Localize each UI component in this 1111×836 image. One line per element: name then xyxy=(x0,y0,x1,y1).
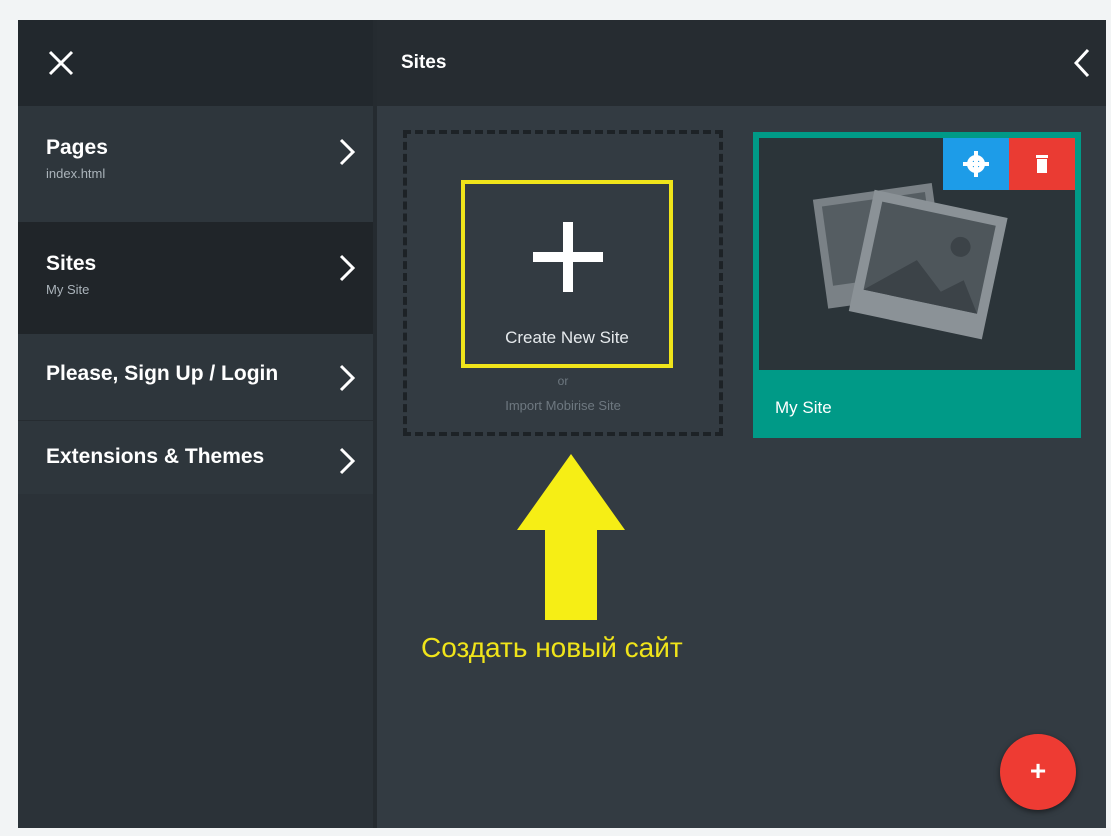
sidebar-item-pages[interactable]: Pages index.html xyxy=(18,106,373,222)
app-window: Pages index.html Sites My Site Please, S… xyxy=(18,20,1106,828)
site-delete-button[interactable] xyxy=(1009,138,1075,190)
import-site-link[interactable]: Import Mobirise Site xyxy=(407,398,719,413)
annotation-caption: Создать новый сайт xyxy=(421,632,683,663)
arrow-up-icon xyxy=(517,454,625,620)
chevron-right-icon xyxy=(339,447,355,475)
site-thumbnail xyxy=(759,138,1075,370)
site-card[interactable]: My Site xyxy=(753,132,1081,438)
fab-label: + xyxy=(1029,755,1047,786)
create-site-card: Create New Site or Import Mobirise Site xyxy=(403,130,723,436)
header: Sites xyxy=(377,20,1106,106)
chevron-right-icon xyxy=(339,364,355,392)
add-site-fab[interactable]: + xyxy=(1000,734,1076,810)
create-new-site-label: Create New Site xyxy=(505,328,629,347)
site-name: My Site xyxy=(775,398,832,417)
sidebar-item-label: Pages xyxy=(46,136,108,159)
sidebar-item-label: Extensions & Themes xyxy=(46,445,265,468)
site-settings-button[interactable] xyxy=(943,138,1009,190)
sidebar: Pages index.html Sites My Site Please, S… xyxy=(18,20,377,828)
plus-icon xyxy=(533,222,603,292)
chevron-right-icon xyxy=(339,138,355,166)
sidebar-item-login[interactable]: Please, Sign Up / Login xyxy=(18,334,373,420)
create-new-site-button[interactable]: Create New Site xyxy=(461,180,673,368)
chevron-left-icon[interactable] xyxy=(1074,48,1090,78)
sidebar-item-sites[interactable]: Sites My Site xyxy=(18,222,373,334)
sidebar-item-label: Sites xyxy=(46,252,97,275)
sidebar-item-sublabel: index.html xyxy=(46,166,106,181)
close-icon[interactable] xyxy=(48,50,74,76)
chevron-right-icon xyxy=(339,254,355,282)
sidebar-item-label: Please, Sign Up / Login xyxy=(46,362,279,385)
main-panel: Sites Create New Site or Import Mobirise… xyxy=(377,20,1106,828)
page-title: Sites xyxy=(401,52,447,73)
sidebar-item-sublabel: My Site xyxy=(46,282,90,297)
or-separator: or xyxy=(557,374,569,388)
sidebar-header xyxy=(18,20,373,106)
trash-icon xyxy=(1036,155,1048,173)
sidebar-item-extensions[interactable]: Extensions & Themes xyxy=(18,420,373,494)
gear-icon xyxy=(963,151,989,177)
